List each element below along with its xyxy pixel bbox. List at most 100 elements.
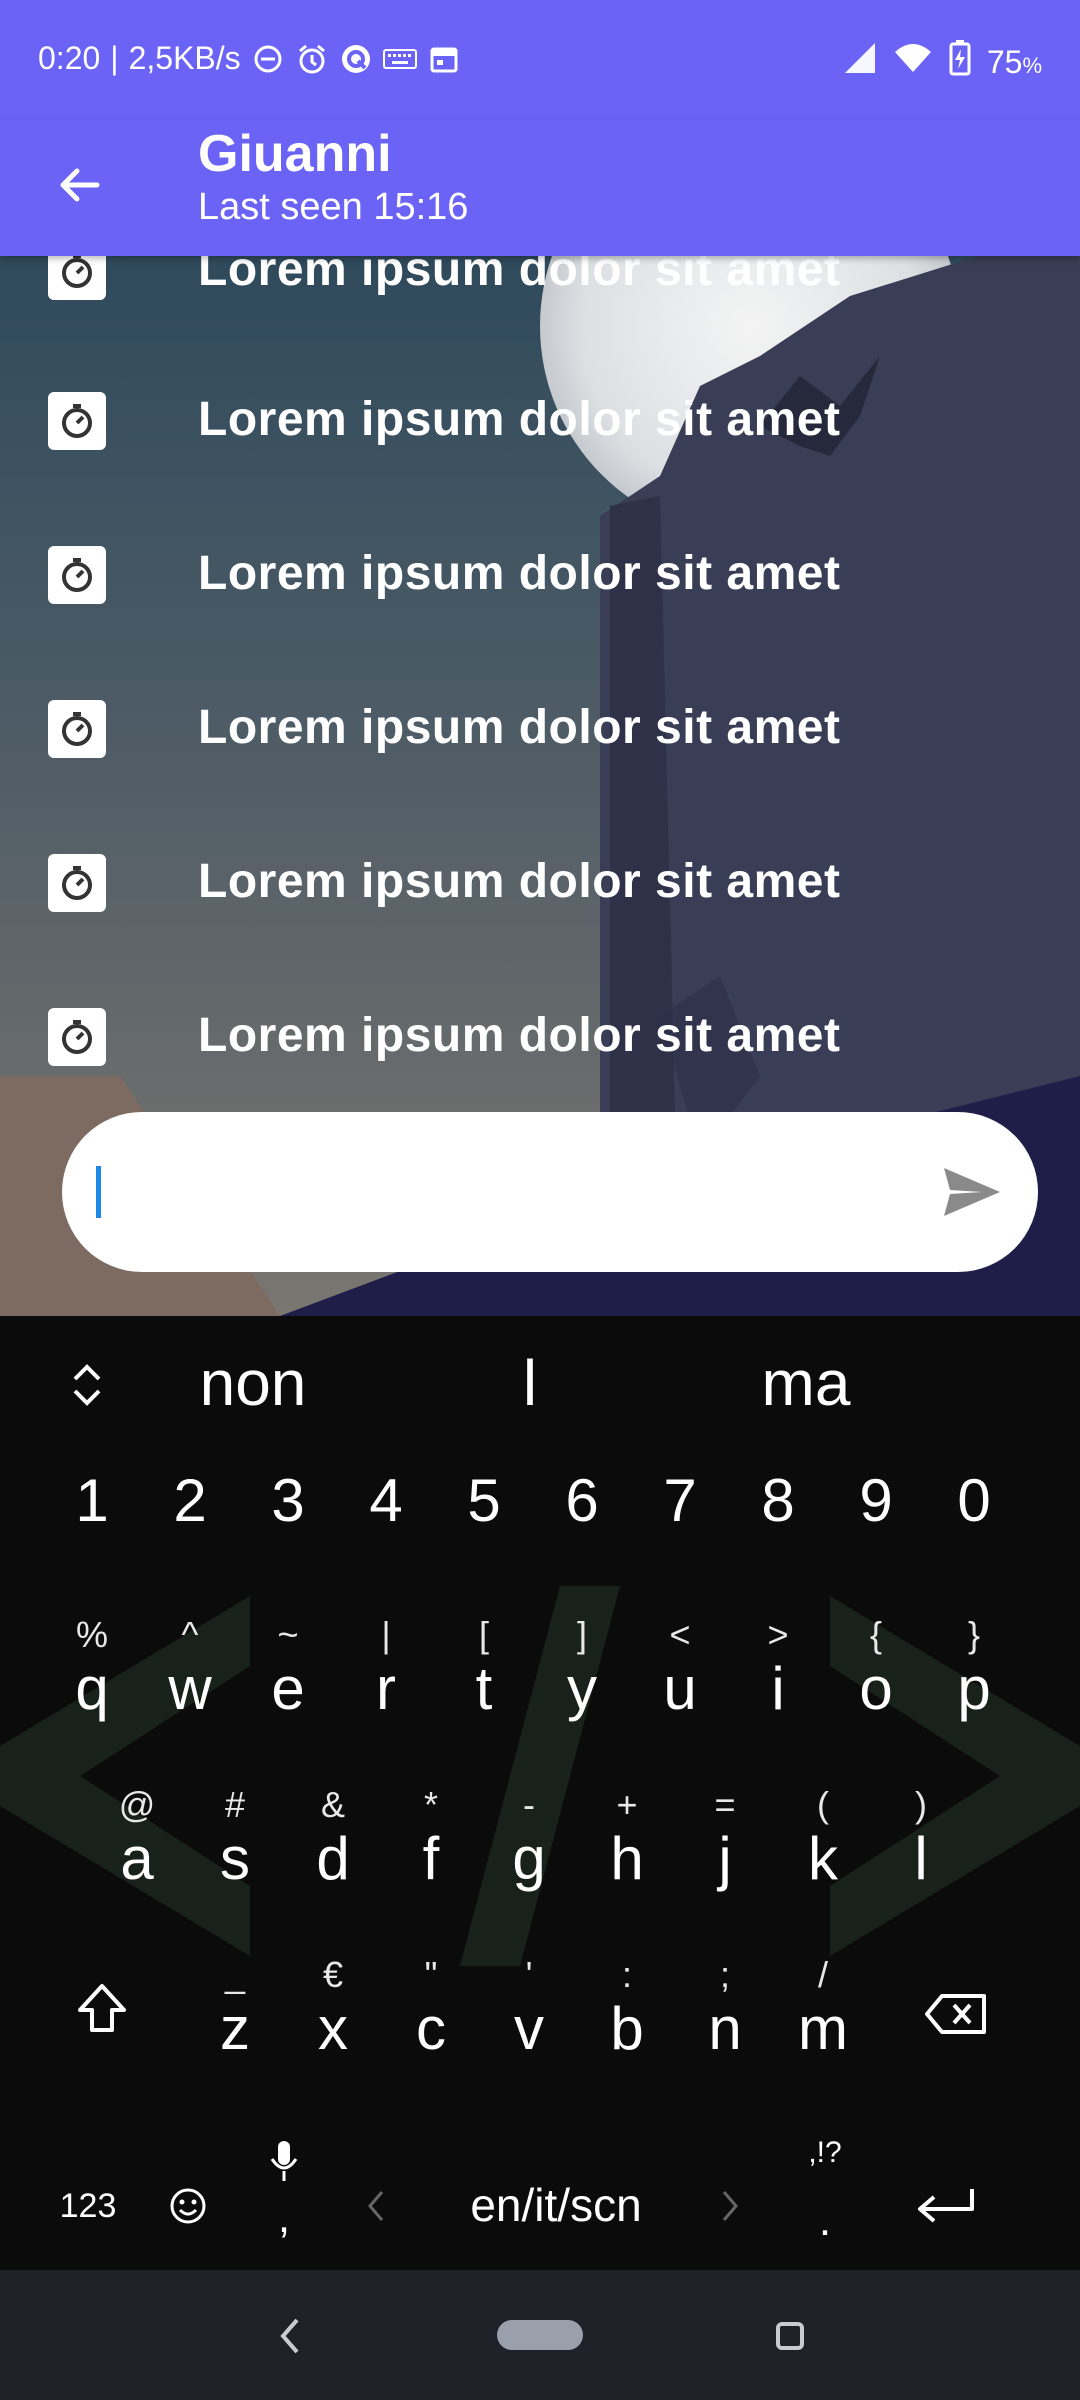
list-item-label: Lorem ipsum dolor sit amet [198,393,841,446]
list-item[interactable]: Lorem ipsum dolor sit amet [0,808,1080,958]
timer-icon [48,700,106,758]
list-item[interactable]: Lorem ipsum dolor sit amet [0,654,1080,804]
key-4[interactable]: 4 [337,1466,435,1576]
key-a[interactable]: @ a [88,1776,186,1936]
key-9[interactable]: 9 [827,1466,925,1576]
key-1[interactable]: 1 [43,1466,141,1576]
emoji-key[interactable] [158,2176,218,2236]
key-g[interactable]: -g [480,1776,578,1936]
list-item[interactable]: Lorem ipsum dolor sit amet [0,500,1080,650]
key-secondary: % [75,1614,108,1655]
key-q[interactable]: % q [43,1606,141,1766]
key-t[interactable]: [t [435,1606,533,1766]
key-primary: t [475,1655,493,1722]
backspace-icon [925,1994,986,2034]
cursor-right-key[interactable] [710,2176,750,2236]
key-b[interactable]: :b [578,1946,676,2106]
status-left: 0:20 | 2,5KB/s [38,40,461,77]
nav-home-button[interactable] [497,2320,583,2350]
key-k[interactable]: (k [774,1776,872,1936]
key-x[interactable]: € x [284,1946,382,2106]
message-input[interactable] [62,1112,1038,1272]
key-z[interactable]: _ z [186,1946,284,2106]
wifi-icon [893,42,933,82]
key-f[interactable]: * f [382,1776,480,1936]
comma-key[interactable]: , [254,2116,314,2266]
key-secondary: < [669,1614,691,1655]
key-secondary: _ [224,1954,246,1995]
key-primary: q [75,1655,109,1722]
key-8[interactable]: 8 [729,1466,827,1576]
key-5[interactable]: 5 [435,1466,533,1576]
key-0[interactable]: 0 [925,1466,1023,1576]
list-item[interactable]: Lorem ipsum dolor sit amet [0,256,1080,346]
key-d[interactable]: & d [284,1776,382,1936]
keyboard: non l ma 1 2 3 4 5 6 7 8 9 0 % q ^ w ~ e | r… [0,1316,1080,2270]
key-secondary: ) [915,1784,927,1825]
key-primary: j [718,1825,732,1892]
calendar-icon [427,42,461,76]
key-secondary: = [714,1784,736,1825]
key-primary: f [422,1825,440,1892]
status-right: 75% [843,40,1042,84]
timer-icon [48,392,106,450]
key-secondary: { [869,1614,883,1655]
list-item[interactable]: Lorem ipsum dolor sit amet [0,962,1080,1106]
shift-key[interactable] [60,1966,144,2050]
enter-key[interactable] [906,2172,986,2242]
key-secondary: > [767,1614,789,1655]
key-secondary: ( [817,1784,829,1825]
key-e[interactable]: ~ e [239,1606,337,1766]
key-6[interactable]: 6 [533,1466,631,1576]
suggestion-2[interactable]: l [400,1346,660,1420]
period-key[interactable]: ,!? . [790,2116,860,2266]
suggestion-3[interactable]: ma [676,1346,936,1420]
key-secondary: | [381,1614,391,1655]
backspace-key[interactable] [914,1972,998,2056]
list-item-label: Lorem ipsum dolor sit amet [198,701,841,754]
key-primary: v [514,1995,544,2062]
key-primary: h [610,1825,644,1892]
key-v[interactable]: ' v [480,1946,578,2106]
symbols-key[interactable]: 123 [48,2176,128,2236]
battery-level: 75% [986,43,1042,80]
key-w[interactable]: ^ w [141,1606,239,1766]
key-primary: e [271,1655,305,1722]
key-l[interactable]: ) l [872,1776,970,1936]
shift-icon [78,1984,126,2032]
key-2[interactable]: 2 [141,1466,239,1576]
key-s[interactable]: # s [186,1776,284,1936]
key-primary: p [957,1655,991,1722]
key-m[interactable]: / m [774,1946,872,2106]
suggestion-1[interactable]: non [123,1346,383,1420]
key-secondary: * [423,1784,438,1825]
message-list[interactable]: Lorem ipsum dolor sit amet Lorem ipsum d… [0,256,1080,1106]
signal-icon [843,41,877,83]
key-p[interactable]: } p [925,1606,1023,1766]
key-7[interactable]: 7 [631,1466,729,1576]
key-i[interactable]: > i [729,1606,827,1766]
back-button[interactable] [44,150,114,220]
arrow-left-icon [60,168,100,202]
key-h[interactable]: + h [578,1776,676,1936]
key-primary: m [798,1995,848,2062]
key-primary: z [220,1995,250,2062]
navigation-bar [0,2270,1080,2400]
key-y[interactable]: ] y [533,1606,631,1766]
key-secondary: ; [719,1954,730,1995]
send-button[interactable] [940,1160,1004,1224]
key-j[interactable]: = j [676,1776,774,1936]
key-r[interactable]: | r [337,1606,435,1766]
nav-recents-button[interactable] [760,2306,820,2366]
spacebar[interactable]: en/it/scn [406,2170,706,2240]
key-n[interactable]: ; n [676,1946,774,2106]
nav-back-button[interactable] [260,2306,320,2366]
cursor-left-key[interactable] [356,2176,396,2236]
key-3[interactable]: 3 [239,1466,337,1576]
list-item[interactable]: Lorem ipsum dolor sit amet [0,346,1080,496]
key-o[interactable]: {o [827,1606,925,1766]
key-u[interactable]: < u [631,1606,729,1766]
key-c[interactable]: " c [382,1946,480,2106]
last-seen: Last seen 15:16 [198,186,469,228]
expand-suggestions-button[interactable] [60,1358,114,1412]
